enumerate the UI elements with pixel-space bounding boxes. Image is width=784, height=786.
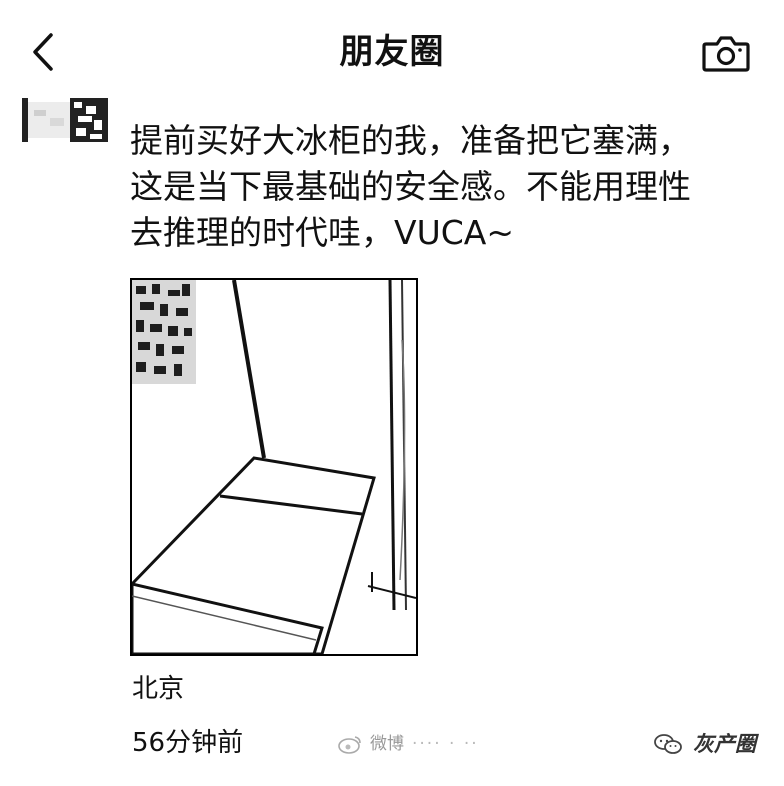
weibo-watermark: 微博 ···· · ·· <box>338 732 479 756</box>
blurred-username: ···· · ·· <box>412 734 479 754</box>
post-location[interactable]: 北京 <box>132 672 184 706</box>
camera-icon <box>702 36 750 72</box>
post-text: 提前买好大冰柜的我，准备把它塞满， 这是当下最基础的安全感。不能用理性 去推理的… <box>130 121 691 252</box>
post-timestamp: 56分钟前 <box>132 728 244 758</box>
camera-button[interactable] <box>702 34 752 74</box>
weibo-icon <box>338 736 361 754</box>
nav-bar: 朋友圈 <box>0 0 784 100</box>
page-title: 朋友圈 <box>339 32 445 72</box>
weibo-watermark-text: 微博 <box>370 734 404 754</box>
post-photo[interactable] <box>130 278 418 656</box>
avatar[interactable] <box>20 96 110 146</box>
brand-watermark-text: 灰产圈 <box>693 732 756 756</box>
brand-watermark: 灰产圈 <box>653 730 756 758</box>
wechat-icon <box>654 734 682 754</box>
